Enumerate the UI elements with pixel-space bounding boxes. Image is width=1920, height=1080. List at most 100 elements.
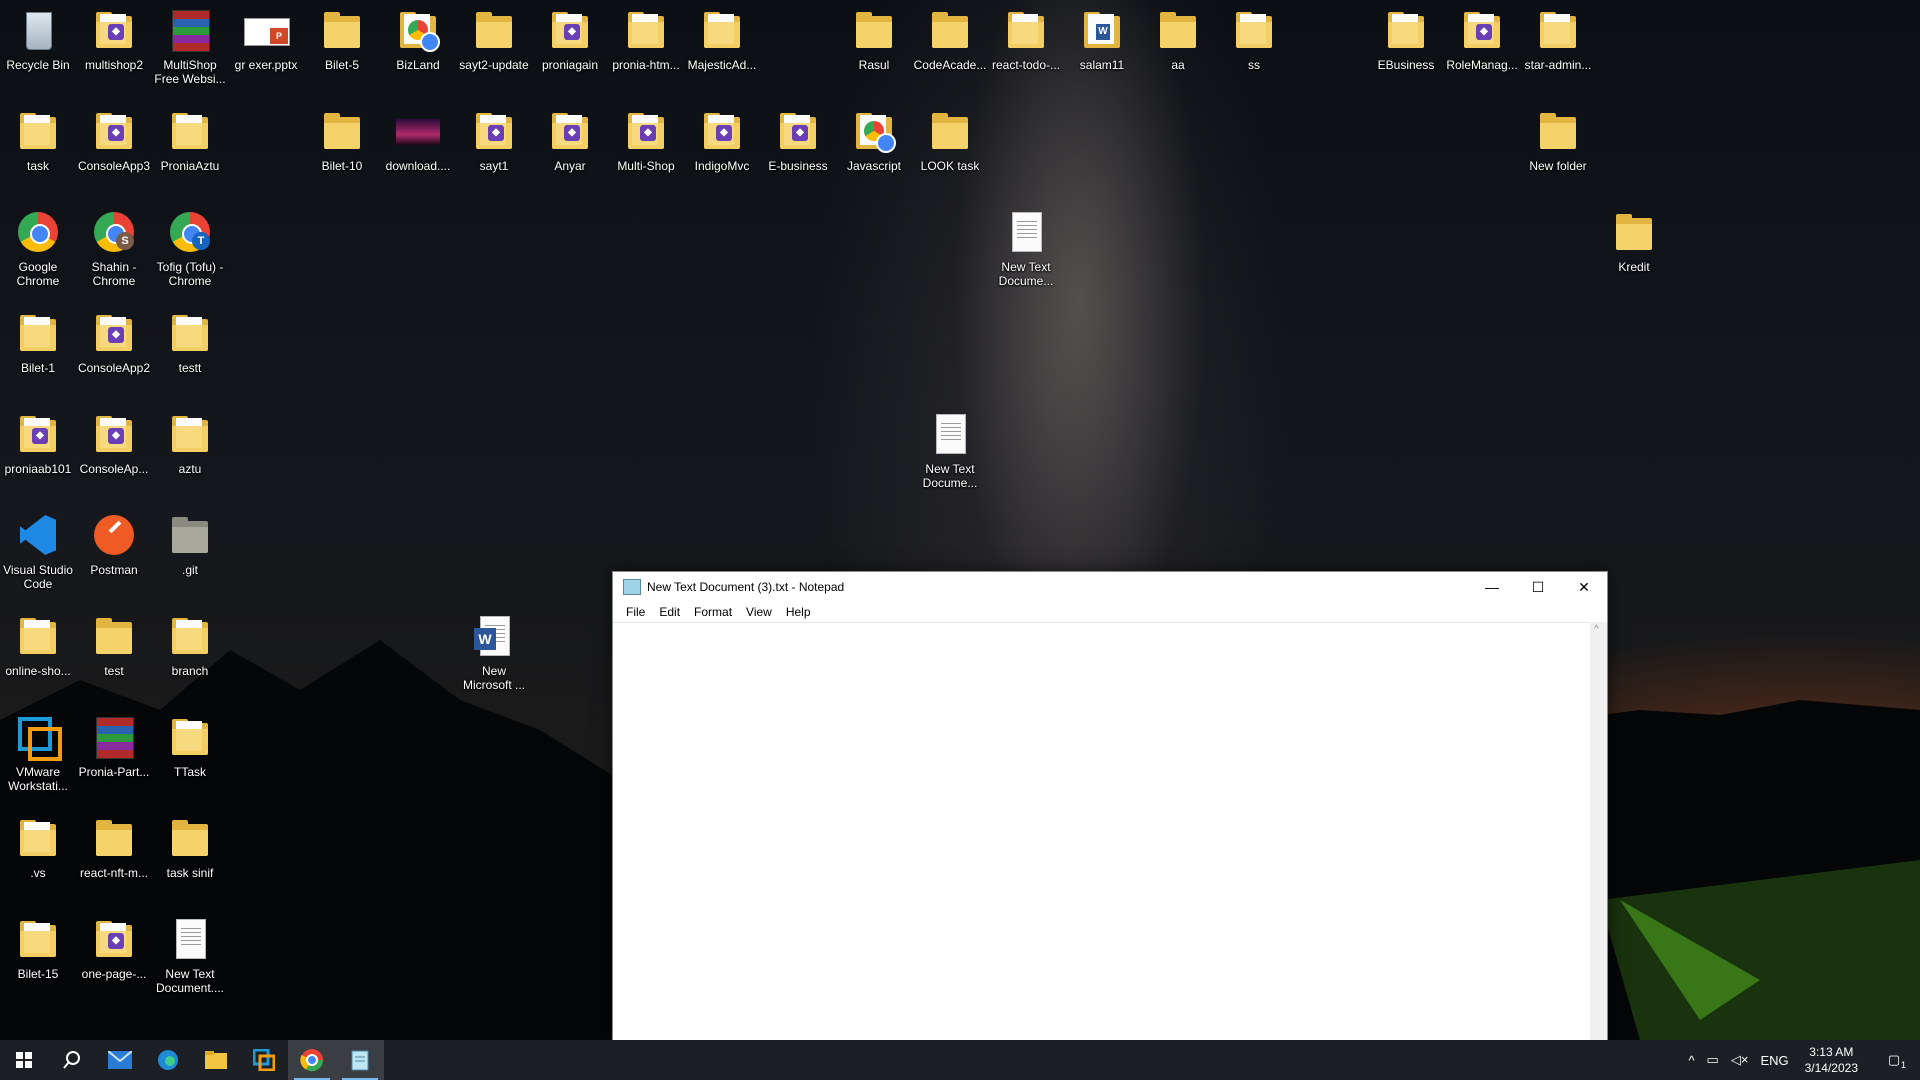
vertical-scrollbar[interactable]: [1590, 622, 1607, 1041]
menu-help[interactable]: Help: [779, 605, 818, 619]
taskbar-chrome[interactable]: [288, 1040, 336, 1080]
desktop-icon-test[interactable]: test: [77, 612, 151, 678]
menu-file[interactable]: File: [619, 605, 652, 619]
desktop-icon-salam11[interactable]: Wsalam11: [1065, 6, 1139, 72]
menu-edit[interactable]: Edit: [652, 605, 687, 619]
desktop-icon-sayt2-update[interactable]: sayt2-update: [457, 6, 531, 72]
start-button[interactable]: [0, 1040, 48, 1080]
desktop-icon-visual-studio-code[interactable]: Visual Studio Code: [1, 511, 75, 591]
desktop-icon-new-folder[interactable]: New folder: [1521, 107, 1595, 173]
desktop-icon-anyar[interactable]: ◆ Anyar: [533, 107, 607, 173]
desktop-icon-aa[interactable]: aa: [1141, 6, 1215, 72]
taskbar-mail[interactable]: [96, 1040, 144, 1080]
desktop-icon-ebusiness[interactable]: EBusiness: [1369, 6, 1443, 72]
notepad-window[interactable]: New Text Document (3).txt - Notepad — ☐ …: [612, 571, 1608, 1042]
search-button[interactable]: [48, 1040, 96, 1080]
desktop-icon-aztu[interactable]: aztu: [153, 410, 227, 476]
desktop-icon-online-sho[interactable]: online-sho...: [1, 612, 75, 678]
desktop-icon-kredit[interactable]: Kredit: [1597, 208, 1671, 274]
clock[interactable]: 3:13 AM 3/14/2023: [1805, 1044, 1858, 1076]
desktop-icon-shahin-chrome[interactable]: S Shahin - Chrome: [77, 208, 151, 288]
desktop-icon-testt[interactable]: testt: [153, 309, 227, 375]
desktop-icon-new-microsoft[interactable]: W New Microsoft ...: [457, 612, 531, 692]
desktop-icon-git[interactable]: .git: [153, 511, 227, 577]
desktop-icon-label: one-page-...: [81, 967, 147, 981]
desktop-icon-star-admin[interactable]: star-admin...: [1521, 6, 1595, 72]
minimize-button[interactable]: —: [1469, 572, 1515, 602]
desktop-icon-indigomvc[interactable]: ◆ IndigoMvc: [685, 107, 759, 173]
desktop-icon-e-business[interactable]: ◆ E-business: [761, 107, 835, 173]
folder-icon: [926, 6, 974, 54]
folder-icon: [90, 612, 138, 660]
close-button[interactable]: ✕: [1561, 572, 1607, 602]
desktop-icon-consoleapp3[interactable]: ◆ ConsoleApp3: [77, 107, 151, 173]
menu-view[interactable]: View: [739, 605, 779, 619]
desktop-icon-rolemanag[interactable]: ◆ RoleManag...: [1445, 6, 1519, 72]
desktop-icon-task[interactable]: task: [1, 107, 75, 173]
text-editor[interactable]: [613, 622, 1589, 1041]
desktop-icon-task-sinif[interactable]: task sinif: [153, 814, 227, 880]
desktop-icon-postman[interactable]: Postman: [77, 511, 151, 577]
desktop-icon-vmware-workstati[interactable]: VMware Workstati...: [1, 713, 75, 793]
taskbar-edge[interactable]: [144, 1040, 192, 1080]
desktop-icon-label: Shahin - Chrome: [91, 260, 137, 288]
desktop-icon-consoleapp2[interactable]: ◆ ConsoleApp2: [77, 309, 151, 375]
desktop-icon-codeacade[interactable]: CodeAcade...: [913, 6, 987, 72]
desktop-icon-bizland[interactable]: BizLand: [381, 6, 455, 72]
desktop-icon-javascript[interactable]: Javascript: [837, 107, 911, 173]
menu-format[interactable]: Format: [687, 605, 739, 619]
desktop-icon-recycle-bin[interactable]: Recycle Bin: [1, 6, 75, 72]
desktop-icon-label: VMware Workstati...: [8, 765, 68, 793]
notification-icon: ▢: [1887, 1052, 1901, 1067]
desktop-icon-bilet-10[interactable]: Bilet-10: [305, 107, 379, 173]
desktop-icon-look-task[interactable]: LOOK task: [913, 107, 987, 173]
folder-icon: [1154, 6, 1202, 54]
maximize-button[interactable]: ☐: [1515, 572, 1561, 602]
desktop-icon-proniagain[interactable]: ◆ proniagain: [533, 6, 607, 72]
desktop-icon-branch[interactable]: branch: [153, 612, 227, 678]
folder-icon: [318, 107, 366, 155]
desktop-icon-sayt1[interactable]: ◆ sayt1: [457, 107, 531, 173]
desktop-icon-majesticad[interactable]: MajesticAd...: [685, 6, 759, 72]
desktop-icon-ss[interactable]: ss: [1217, 6, 1291, 72]
desktop-icon-new-text-docume[interactable]: New Text Docume...: [913, 410, 987, 490]
folder-vs-icon: ◆: [90, 309, 138, 357]
notepad-titlebar[interactable]: New Text Document (3).txt - Notepad — ☐ …: [613, 572, 1607, 602]
desktop-icon-vs[interactable]: .vs: [1, 814, 75, 880]
network-icon[interactable]: ▭: [1707, 1052, 1719, 1068]
desktop-icon-label: Kredit: [1618, 260, 1650, 274]
desktop-icon-label: ProniaAztu: [160, 159, 220, 173]
desktop-icon-tofig-tofu-chrome[interactable]: T Tofig (Tofu) - Chrome: [153, 208, 227, 288]
taskbar-file-explorer[interactable]: [192, 1040, 240, 1080]
desktop-icon-consoleap[interactable]: ◆ ConsoleAp...: [77, 410, 151, 476]
taskbar-vmware[interactable]: [240, 1040, 288, 1080]
desktop-icon-bilet-15[interactable]: Bilet-15: [1, 915, 75, 981]
desktop-icon-react-nft-m[interactable]: react-nft-m...: [77, 814, 151, 880]
desktop-icon-label: Bilet-1: [20, 361, 55, 375]
desktop-icon-new-text-docume[interactable]: New Text Docume...: [989, 208, 1063, 288]
desktop-icon-bilet-1[interactable]: Bilet-1: [1, 309, 75, 375]
desktop-icon-gr-exer-pptx[interactable]: Pgr exer.pptx: [229, 6, 303, 72]
desktop-icon-pronia-htm[interactable]: pronia-htm...: [609, 6, 683, 72]
desktop-icon-multi-shop[interactable]: ◆ Multi-Shop: [609, 107, 683, 173]
taskbar-notepad[interactable]: [336, 1040, 384, 1080]
notification-center-button[interactable]: ▢ 1: [1874, 1052, 1914, 1070]
desktop-icon-google-chrome[interactable]: Google Chrome: [1, 208, 75, 288]
desktop-icon-label: IndigoMvc: [694, 159, 750, 173]
desktop-icon-multishop-free-websi[interactable]: MultiShop Free Websi...: [153, 6, 227, 86]
desktop-icon-new-text-document[interactable]: New Text Document....: [153, 915, 227, 995]
desktop-icon-react-todo[interactable]: react-todo-...: [989, 6, 1063, 72]
chevron-up-icon[interactable]: ^: [1688, 1053, 1694, 1068]
desktop-icon-pronia-part[interactable]: Pronia-Part...: [77, 713, 151, 779]
desktop-icon-ttask[interactable]: TTask: [153, 713, 227, 779]
desktop-icon-one-page[interactable]: ◆ one-page-...: [77, 915, 151, 981]
desktop-icon-multishop2[interactable]: ◆ multishop2: [77, 6, 151, 72]
desktop-icon-bilet-5[interactable]: Bilet-5: [305, 6, 379, 72]
desktop-icon-proniaab101[interactable]: ◆ proniaab101: [1, 410, 75, 476]
desktop-icon-rasul[interactable]: Rasul: [837, 6, 911, 72]
desktop-icon-download[interactable]: download....: [381, 107, 455, 173]
volume-muted-icon[interactable]: ◁×: [1731, 1052, 1749, 1068]
desktop-icon-label: task: [26, 159, 49, 173]
desktop-icon-proniaaztu[interactable]: ProniaAztu: [153, 107, 227, 173]
language-indicator[interactable]: ENG: [1760, 1053, 1788, 1068]
